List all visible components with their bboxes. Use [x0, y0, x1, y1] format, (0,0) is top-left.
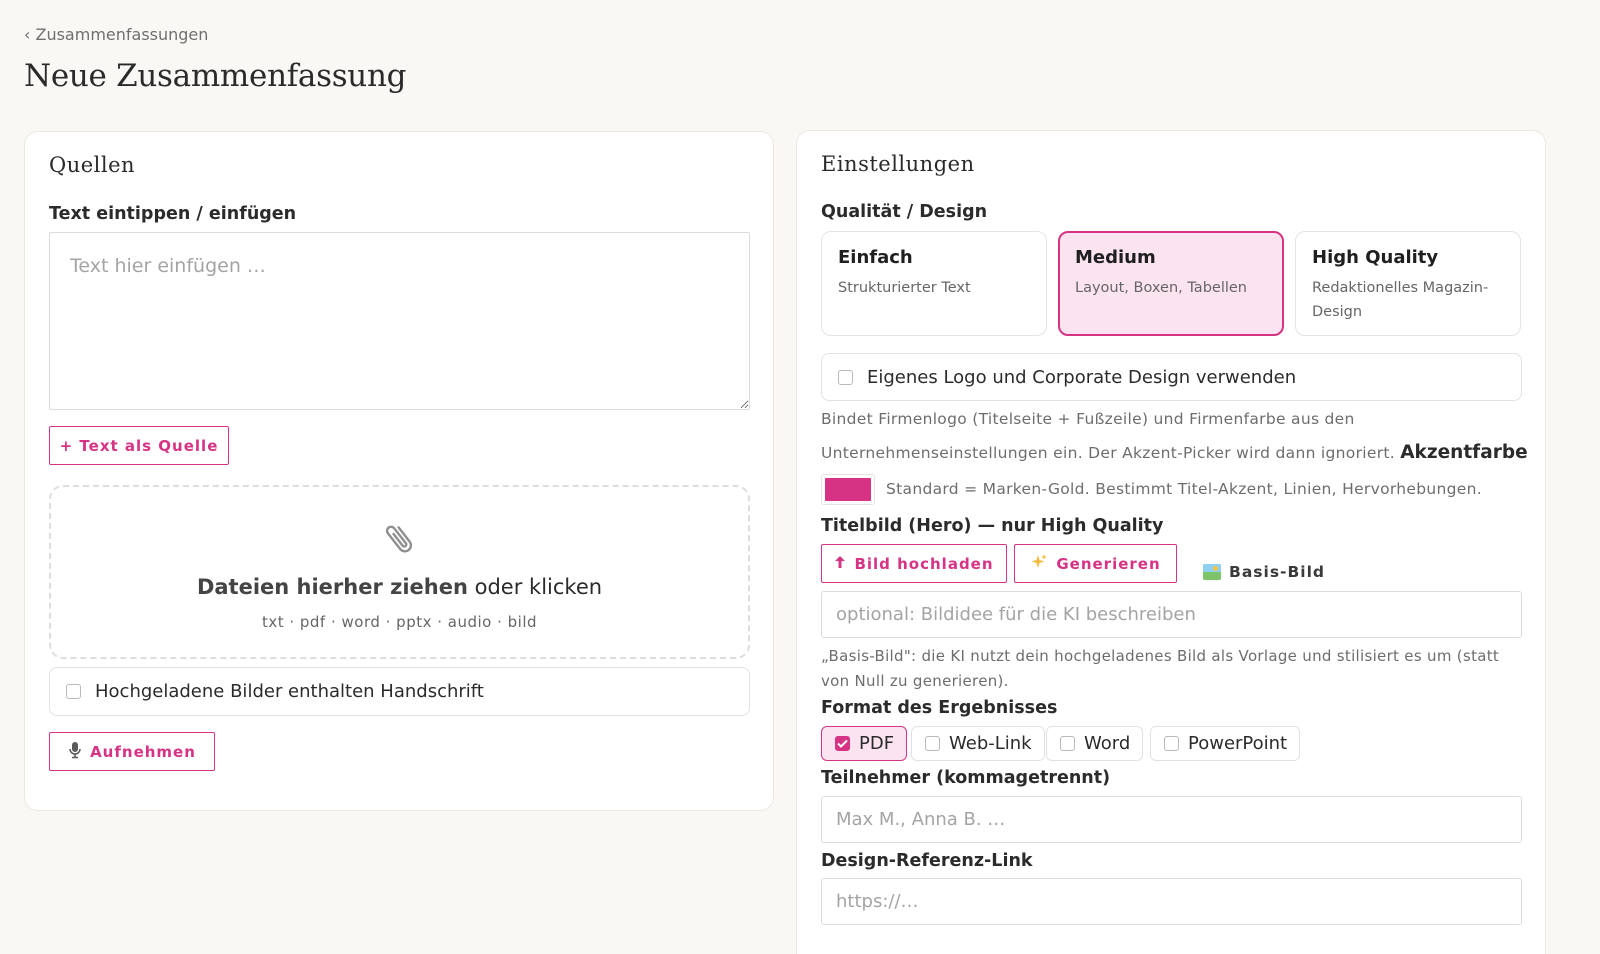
- format-option-label: Word: [1084, 733, 1131, 754]
- upload-arrow-icon: [834, 555, 846, 573]
- hero-label: Titelbild (Hero) — nur High Quality: [821, 516, 1164, 536]
- accent-color-swatch: [825, 478, 871, 501]
- page: ‹ Zusammenfassungen Neue Zusammenfassung…: [0, 0, 1600, 954]
- source-text-input[interactable]: [49, 232, 750, 410]
- format-label: Format des Ergebnisses: [821, 698, 1058, 718]
- format-option-powerpoint[interactable]: PowerPoint: [1150, 726, 1301, 761]
- quality-label: Qualität / Design: [821, 202, 988, 222]
- paperclip-icon: [51, 519, 748, 559]
- format-word-checkbox[interactable]: [1060, 736, 1075, 751]
- corporate-design-label: Eigenes Logo und Corporate Design verwen…: [867, 366, 1297, 388]
- quality-option-einfach[interactable]: Einfach Strukturierter Text: [821, 231, 1047, 336]
- microphone-icon: [68, 741, 82, 763]
- handwriting-checkbox[interactable]: [66, 684, 81, 699]
- generate-image-button[interactable]: Generieren: [1014, 544, 1177, 583]
- design-ref-input[interactable]: [821, 878, 1522, 925]
- record-button[interactable]: Aufnehmen: [49, 732, 215, 771]
- dropzone-text: Dateien hierher ziehen oder klicken: [51, 575, 748, 599]
- upload-image-label: Bild hochladen: [854, 554, 994, 573]
- corporate-help-line1: Bindet Firmenlogo (Titelseite + Fußzeile…: [821, 410, 1355, 428]
- participants-input[interactable]: [821, 796, 1522, 843]
- format-powerpoint-checkbox[interactable]: [1164, 736, 1179, 751]
- accent-help: Standard = Marken-Gold. Bestimmt Titel-A…: [886, 480, 1482, 498]
- upload-image-button[interactable]: Bild hochladen: [821, 544, 1007, 583]
- dropzone-text-rest: oder klicken: [467, 575, 603, 599]
- format-pdf-checkbox[interactable]: [835, 736, 850, 751]
- format-web-link-checkbox[interactable]: [925, 736, 940, 751]
- quality-option-title: High Quality: [1312, 247, 1439, 268]
- format-option-label: PDF: [859, 733, 895, 754]
- dropzone-text-bold: Dateien hierher ziehen: [196, 575, 468, 599]
- corporate-help-line2-text: Unternehmenseinstellungen ein. Der Akzen…: [821, 444, 1395, 462]
- corporate-help-line2: Unternehmenseinstellungen ein. Der Akzen…: [821, 442, 1528, 463]
- sources-card: Quellen Text eintippen / einfügen + Text…: [24, 131, 774, 811]
- breadcrumb[interactable]: ‹ Zusammenfassungen: [24, 25, 208, 44]
- quality-option-desc: Strukturierter Text: [838, 280, 971, 296]
- quality-option-desc: Redaktionelles Magazin-Design: [1312, 280, 1489, 320]
- picture-icon: [1203, 564, 1221, 580]
- corporate-design-option[interactable]: Eigenes Logo und Corporate Design verwen…: [821, 353, 1522, 401]
- basis-image-label: Basis-Bild: [1229, 563, 1326, 581]
- participants-label: Teilnehmer (kommagetrennt): [821, 768, 1111, 788]
- sparkles-icon: [1030, 553, 1048, 575]
- sources-title: Quellen: [49, 153, 136, 177]
- basis-help: „Basis-Bild": die KI nutzt dein hochgela…: [821, 647, 1500, 690]
- quality-option-high-quality[interactable]: High Quality Redaktionelles Magazin-Desi…: [1295, 231, 1521, 336]
- generate-image-label: Generieren: [1056, 554, 1161, 573]
- handwriting-option[interactable]: Hochgeladene Bilder enthalten Handschrif…: [49, 667, 750, 716]
- handwriting-label: Hochgeladene Bilder enthalten Handschrif…: [95, 681, 484, 702]
- image-prompt-input[interactable]: [821, 591, 1522, 638]
- design-ref-label: Design-Referenz-Link: [821, 851, 1033, 871]
- page-title: Neue Zusammenfassung: [24, 58, 407, 94]
- format-option-label: PowerPoint: [1188, 733, 1288, 754]
- file-dropzone[interactable]: Dateien hierher ziehen oder klicken txt …: [49, 485, 750, 659]
- settings-card: Einstellungen Qualität / Design Einfach …: [796, 130, 1546, 954]
- corporate-design-checkbox[interactable]: [838, 369, 853, 385]
- accent-color-picker[interactable]: [821, 474, 875, 505]
- text-input-label: Text eintippen / einfügen: [49, 204, 297, 224]
- format-option-web-link[interactable]: Web-Link: [911, 726, 1045, 761]
- settings-title: Einstellungen: [821, 152, 975, 176]
- basis-image-button[interactable]: Basis-Bild: [1203, 552, 1325, 592]
- format-option-label: Web-Link: [949, 733, 1032, 754]
- accent-color-label: Akzentfarbe: [1400, 442, 1528, 463]
- quality-option-medium[interactable]: Medium Layout, Boxen, Tabellen: [1058, 231, 1284, 336]
- format-option-word[interactable]: Word: [1046, 726, 1144, 761]
- quality-option-desc: Layout, Boxen, Tabellen: [1075, 280, 1247, 296]
- record-button-label: Aufnehmen: [90, 742, 196, 761]
- dropzone-formats: txt · pdf · word · pptx · audio · bild: [261, 613, 538, 631]
- add-text-source-button[interactable]: + Text als Quelle: [49, 426, 229, 465]
- quality-option-title: Einfach: [838, 247, 913, 268]
- format-option-pdf[interactable]: PDF: [821, 726, 908, 761]
- quality-option-title: Medium: [1075, 247, 1156, 268]
